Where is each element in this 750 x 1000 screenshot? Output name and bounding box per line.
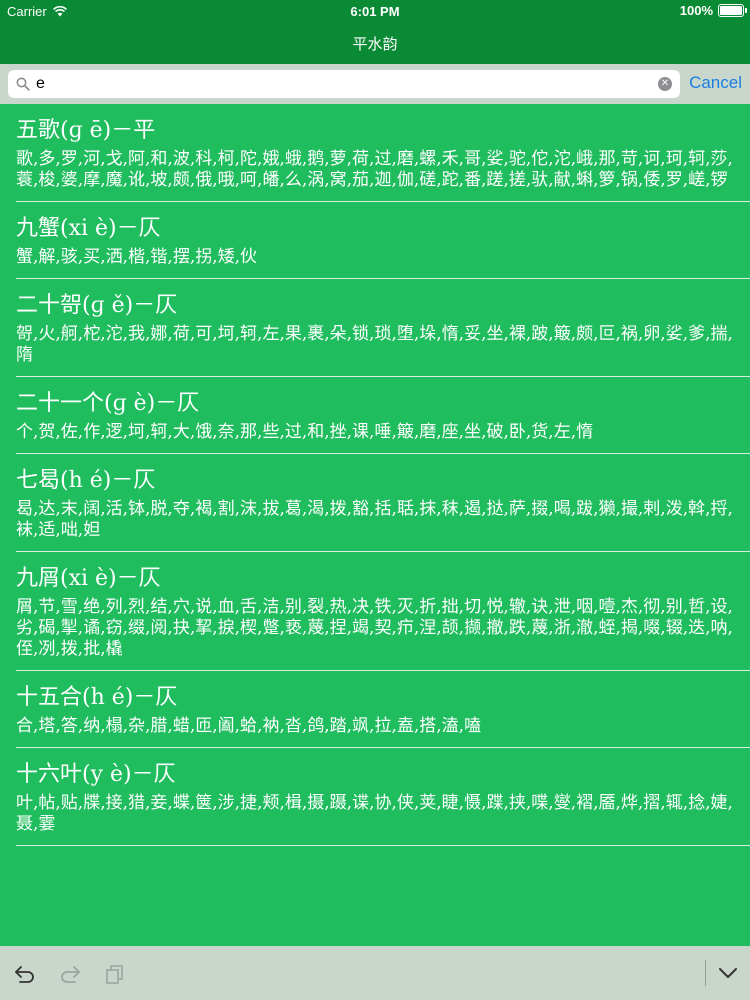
bottom-toolbar <box>0 946 750 1000</box>
page-title: 平水韵 <box>352 35 398 53</box>
entry-title: 十六叶(y è)－仄 <box>16 762 176 787</box>
list-item[interactable]: 七曷(h é)－仄 曷,达,末,阔,活,钵,脱,夺,褐,割,沫,拔,葛,渴,拨,… <box>16 454 750 552</box>
entry-chars: 哿,火,舸,柁,沱,我,娜,荷,可,坷,轲,左,果,裹,朵,锁,琐,堕,垛,惰,… <box>16 324 733 365</box>
cancel-button[interactable]: Cancel <box>689 73 742 93</box>
entry-title: 二十一个(ɡ è)－仄 <box>16 391 200 416</box>
redo-icon[interactable] <box>59 964 81 984</box>
list-item[interactable]: 十五合(h é)－仄 合,塔,答,纳,榻,杂,腊,蜡,匝,阖,蛤,衲,沓,鸽,踏… <box>16 671 750 748</box>
list-item[interactable]: 九屑(xi è)－仄 屑,节,雪,绝,列,烈,结,穴,说,血,舌,洁,别,裂,热… <box>16 552 750 671</box>
search-icon <box>16 77 30 91</box>
search-input[interactable] <box>36 72 656 96</box>
entry-title: 十五合(h é)－仄 <box>16 685 178 710</box>
status-time: 6:01 PM <box>350 4 400 19</box>
list-item[interactable]: 九蟹(xi è)－仄 蟹,解,骇,买,洒,楷,锴,摆,拐,矮,伙 <box>16 202 750 279</box>
list-item[interactable]: 五歌(ɡ ē)－平 歌,多,罗,河,戈,阿,和,波,科,柯,陀,娥,蛾,鹅,萝,… <box>16 104 750 202</box>
entry-title: 五歌(ɡ ē)－平 <box>16 118 156 143</box>
entry-title: 七曷(h é)－仄 <box>16 468 156 493</box>
undo-icon[interactable] <box>14 964 36 984</box>
entry-title: 二十哿(ɡ ě)－仄 <box>16 293 178 318</box>
copy-icon[interactable] <box>104 964 126 984</box>
search-field[interactable]: ✕ <box>8 70 680 98</box>
entry-title: 九屑(xi è)－仄 <box>16 566 161 591</box>
battery-label: 100% <box>679 3 713 18</box>
status-bar: Carrier 6:01 PM 100% <box>0 0 750 22</box>
entry-chars: 屑,节,雪,绝,列,烈,结,穴,说,血,舌,洁,别,裂,热,决,铁,灭,折,拙,… <box>16 597 733 659</box>
battery-icon <box>718 4 747 17</box>
entry-chars: 曷,达,末,阔,活,钵,脱,夺,褐,割,沫,拔,葛,渴,拨,豁,括,聒,抹,秣,… <box>16 499 733 540</box>
entry-chars: 蟹,解,骇,买,洒,楷,锴,摆,拐,矮,伙 <box>16 247 258 267</box>
entry-chars: 合,塔,答,纳,榻,杂,腊,蜡,匝,阖,蛤,衲,沓,鸽,踏,飒,拉,盍,搭,溘,… <box>16 716 482 736</box>
chevron-down-icon[interactable] <box>717 965 739 981</box>
search-bar: ✕ Cancel <box>0 64 750 104</box>
results-list[interactable]: 五歌(ɡ ē)－平 歌,多,罗,河,戈,阿,和,波,科,柯,陀,娥,蛾,鹅,萝,… <box>0 104 750 946</box>
entry-chars: 歌,多,罗,河,戈,阿,和,波,科,柯,陀,娥,蛾,鹅,萝,荷,过,磨,螺,禾,… <box>16 149 733 190</box>
list-item[interactable]: 二十一个(ɡ è)－仄 个,贺,佐,作,逻,坷,轲,大,饿,奈,那,些,过,和,… <box>16 377 750 454</box>
entry-title: 九蟹(xi è)－仄 <box>16 216 161 241</box>
toolbar-divider <box>705 960 706 986</box>
list-item[interactable]: 十六叶(y è)－仄 叶,帖,贴,牒,接,猎,妾,蝶,箧,涉,捷,颊,楫,摄,蹑… <box>16 748 750 846</box>
entry-chars: 个,贺,佐,作,逻,坷,轲,大,饿,奈,那,些,过,和,挫,课,唾,簸,磨,座,… <box>16 422 594 442</box>
status-battery: 100% <box>679 3 747 18</box>
list-item[interactable]: 二十哿(ɡ ě)－仄 哿,火,舸,柁,沱,我,娜,荷,可,坷,轲,左,果,裹,朵… <box>16 279 750 377</box>
entry-chars: 叶,帖,贴,牒,接,猎,妾,蝶,箧,涉,捷,颊,楫,摄,蹑,谍,协,侠,荚,睫,… <box>16 793 733 834</box>
clear-icon[interactable]: ✕ <box>658 77 672 91</box>
nav-bar: 平水韵 <box>0 22 750 64</box>
